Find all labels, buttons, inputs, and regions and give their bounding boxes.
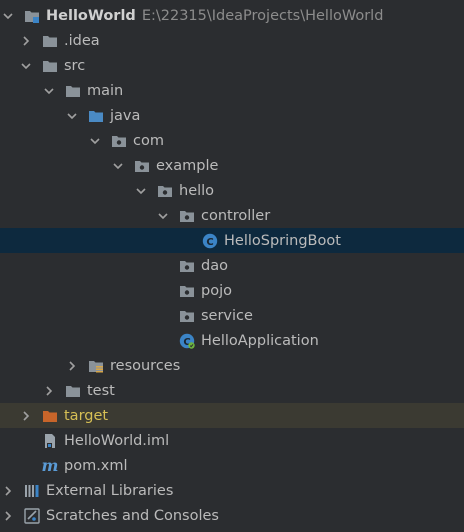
tree-row-service[interactable]: service bbox=[0, 303, 464, 328]
chevron-down-icon[interactable] bbox=[2, 10, 14, 22]
tree-row-controller[interactable]: controller bbox=[0, 203, 464, 228]
tree-row-scratches[interactable]: Scratches and Consoles bbox=[0, 503, 464, 528]
chevron-right-icon[interactable] bbox=[2, 485, 14, 497]
tree-row-main[interactable]: main bbox=[0, 78, 464, 103]
chevron-down-icon[interactable] bbox=[135, 185, 147, 197]
tree-label-hello-application: HelloApplication bbox=[201, 332, 319, 349]
package-icon bbox=[179, 308, 195, 324]
resources-root-folder-icon bbox=[88, 358, 104, 374]
project-path: E:\22315\IdeaProjects\HelloWorld bbox=[141, 7, 384, 24]
package-icon bbox=[134, 158, 150, 174]
tree-label-hello-spring-boot: HelloSpringBoot bbox=[224, 232, 341, 249]
tree-label-hello: hello bbox=[179, 182, 215, 199]
tree-label-resources: resources bbox=[110, 357, 181, 374]
tree-label-external-libraries: External Libraries bbox=[46, 482, 174, 499]
source-root-folder-icon bbox=[88, 108, 104, 124]
svg-text:C: C bbox=[206, 236, 213, 247]
tree-label-scratches: Scratches and Consoles bbox=[46, 507, 219, 524]
project-name: HelloWorld bbox=[46, 7, 136, 24]
chevron-right-icon[interactable] bbox=[2, 510, 14, 522]
package-icon bbox=[111, 133, 127, 149]
tree-label-java: java bbox=[110, 107, 141, 124]
iml-file-icon bbox=[42, 433, 58, 449]
tree-row-java[interactable]: java bbox=[0, 103, 464, 128]
tree-label-idea: .idea bbox=[64, 32, 100, 49]
tree-label-test: test bbox=[87, 382, 115, 399]
scratches-icon bbox=[24, 507, 40, 524]
external-libraries-icon bbox=[24, 483, 40, 499]
tree-row-pom-file[interactable]: m pom.xml bbox=[0, 453, 464, 478]
tree-row-com[interactable]: com bbox=[0, 128, 464, 153]
tree-row-src[interactable]: src bbox=[0, 53, 464, 78]
tree-label-dao: dao bbox=[201, 257, 228, 274]
chevron-down-icon[interactable] bbox=[66, 110, 78, 122]
tree-row-iml-file[interactable]: HelloWorld.iml bbox=[0, 428, 464, 453]
tree-label-pojo: pojo bbox=[201, 282, 232, 299]
project-tree: HelloWorld E:\22315\IdeaProjects\HelloWo… bbox=[0, 0, 464, 532]
tree-row-hello-application[interactable]: C HelloApplication bbox=[0, 328, 464, 353]
tree-row-hello-spring-boot[interactable]: C HelloSpringBoot bbox=[0, 228, 464, 253]
tree-row-hello[interactable]: hello bbox=[0, 178, 464, 203]
package-icon bbox=[157, 183, 173, 199]
tree-label-controller: controller bbox=[201, 207, 271, 224]
chevron-right-icon[interactable] bbox=[20, 35, 32, 47]
tree-label-example: example bbox=[156, 157, 219, 174]
folder-icon bbox=[65, 83, 81, 99]
excluded-folder-icon bbox=[42, 408, 58, 424]
tree-label-main: main bbox=[87, 82, 124, 99]
chevron-down-icon[interactable] bbox=[20, 60, 32, 72]
chevron-down-icon[interactable] bbox=[43, 85, 55, 97]
project-module-folder-icon bbox=[24, 8, 40, 24]
tree-row-dao[interactable]: dao bbox=[0, 253, 464, 278]
folder-icon bbox=[42, 33, 58, 49]
spring-boot-application-icon: C bbox=[179, 333, 195, 349]
folder-icon bbox=[42, 58, 58, 74]
tree-label-service: service bbox=[201, 307, 253, 324]
tree-label-target: target bbox=[64, 407, 109, 424]
chevron-down-icon[interactable] bbox=[157, 210, 169, 222]
chevron-down-icon[interactable] bbox=[112, 160, 124, 172]
tree-label-iml-file: HelloWorld.iml bbox=[64, 432, 170, 449]
tree-row-resources[interactable]: resources bbox=[0, 353, 464, 378]
chevron-right-icon[interactable] bbox=[43, 385, 55, 397]
tree-row-test[interactable]: test bbox=[0, 378, 464, 403]
tree-label-pom-file: pom.xml bbox=[64, 457, 128, 474]
tree-row-pojo[interactable]: pojo bbox=[0, 278, 464, 303]
tree-row-external-libraries[interactable]: External Libraries bbox=[0, 478, 464, 503]
tree-row-example[interactable]: example bbox=[0, 153, 464, 178]
tree-label-src: src bbox=[64, 57, 86, 74]
package-icon bbox=[179, 283, 195, 299]
package-icon bbox=[179, 208, 195, 224]
folder-icon bbox=[65, 383, 81, 399]
chevron-down-icon[interactable] bbox=[89, 135, 101, 147]
tree-row-target[interactable]: target bbox=[0, 403, 464, 428]
package-icon bbox=[179, 258, 195, 274]
tree-row-project-root[interactable]: HelloWorld E:\22315\IdeaProjects\HelloWo… bbox=[0, 3, 464, 28]
chevron-right-icon[interactable] bbox=[66, 360, 78, 372]
maven-pom-icon: m bbox=[41, 455, 59, 475]
class-icon: C bbox=[202, 233, 218, 249]
tree-row-idea[interactable]: .idea bbox=[0, 28, 464, 53]
chevron-right-icon[interactable] bbox=[20, 410, 32, 422]
tree-label-com: com bbox=[133, 132, 164, 149]
